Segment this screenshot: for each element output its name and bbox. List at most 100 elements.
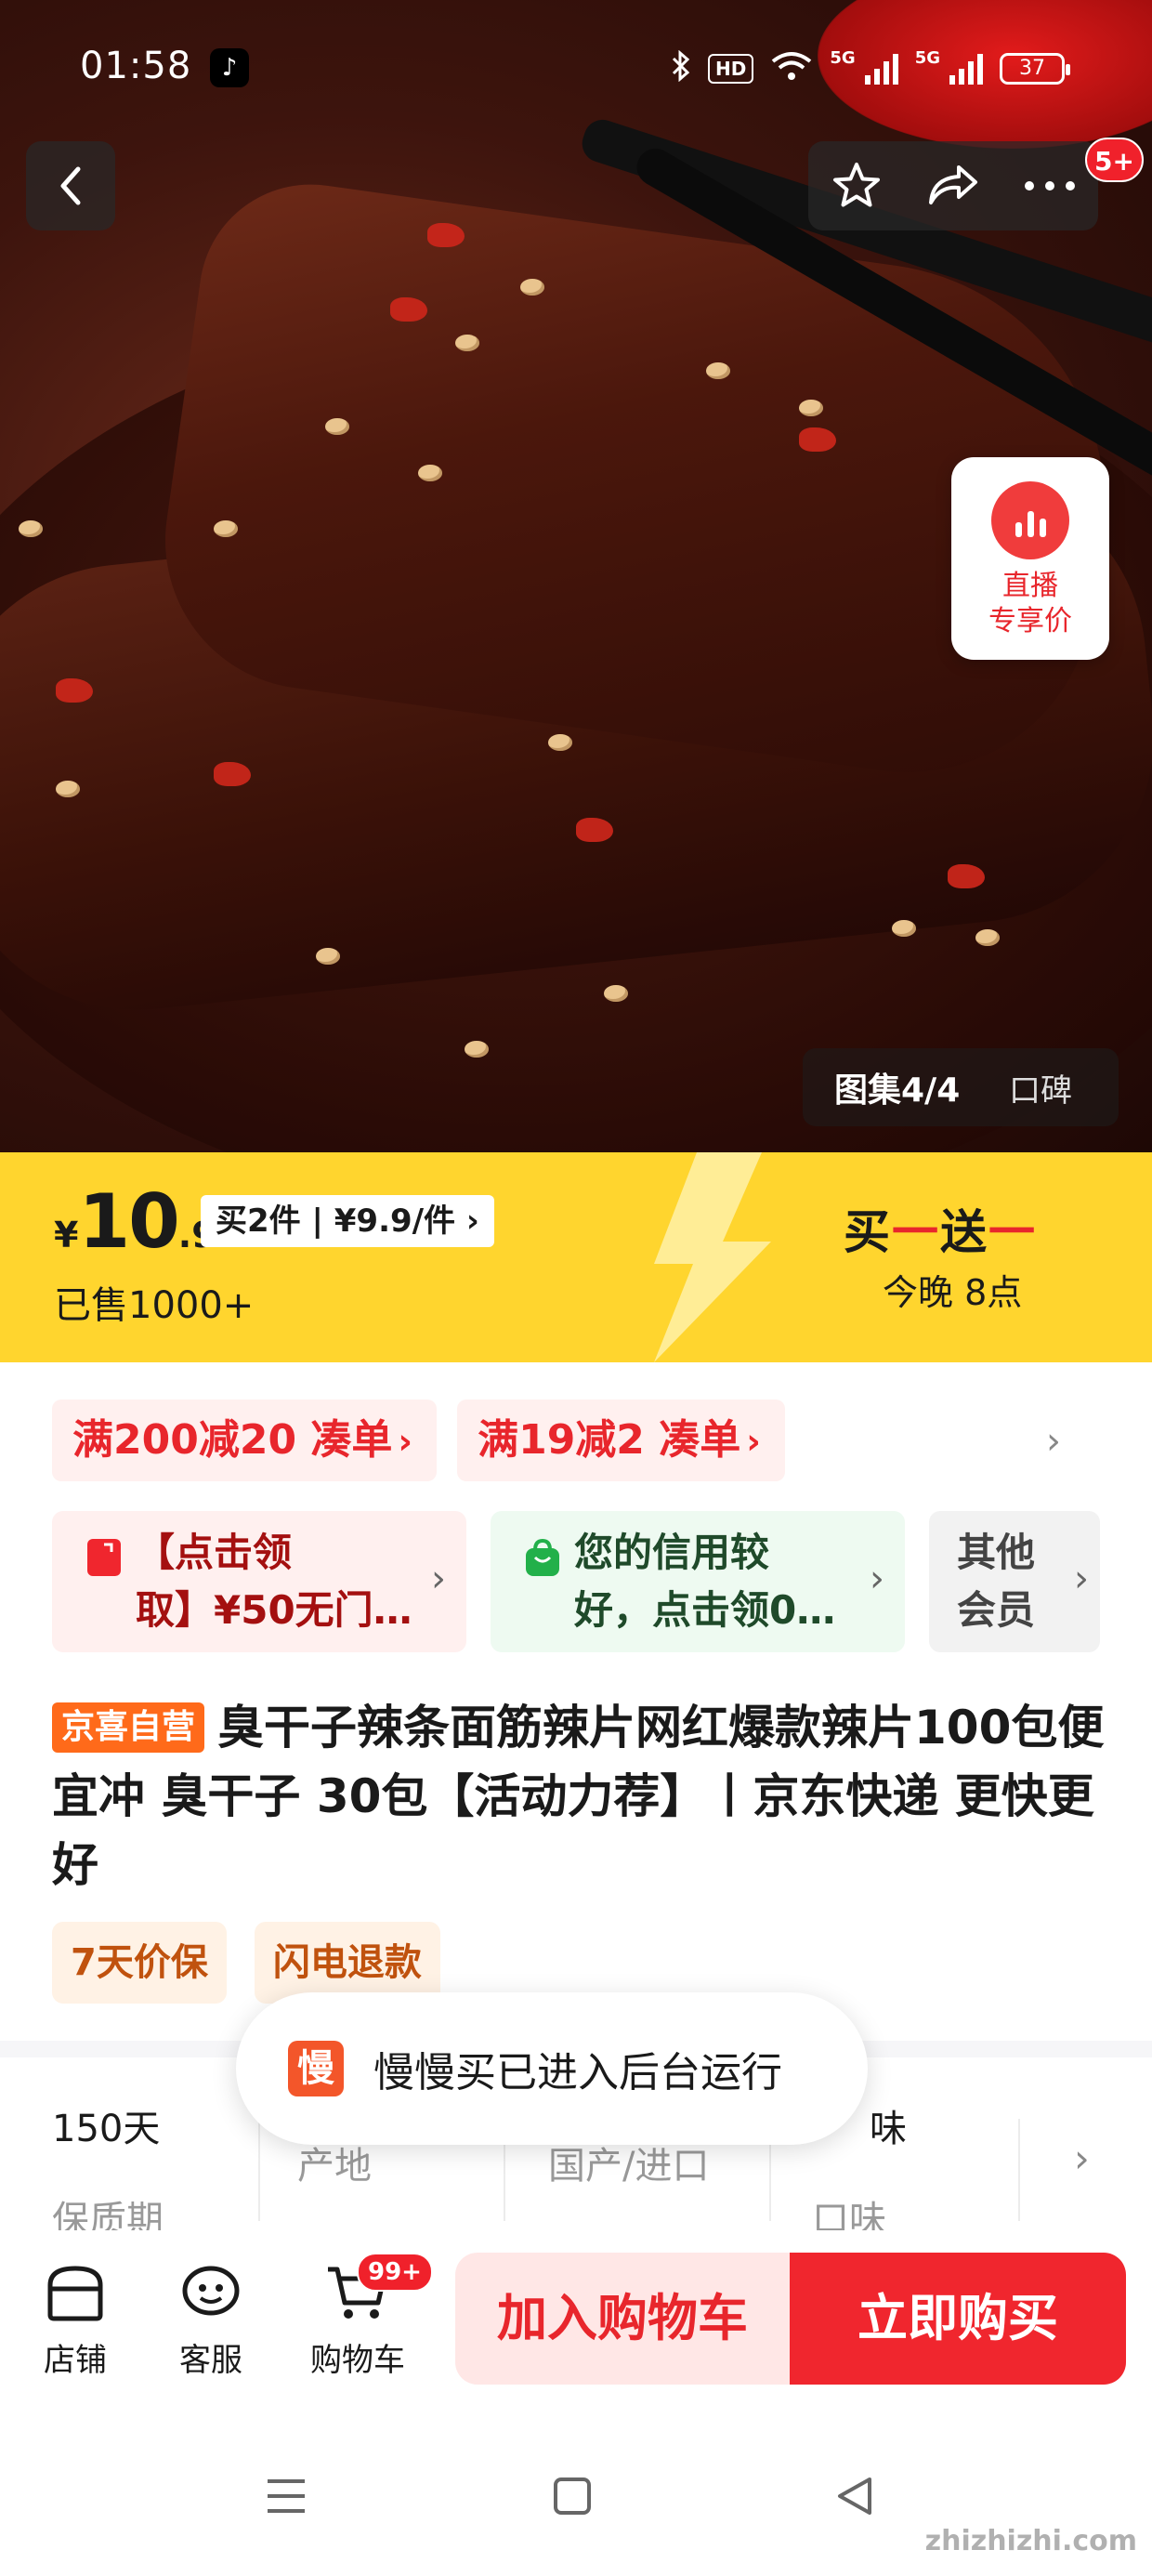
message-badge: 5+	[1085, 138, 1144, 182]
gift-text: 送	[940, 1205, 988, 1259]
multi-buy-promo[interactable]: 买2件 | ¥9.9/件 ›	[201, 1195, 494, 1247]
more-dots-icon	[1025, 181, 1075, 191]
other-membership-card[interactable]: 其他 会员 ›	[929, 1511, 1100, 1652]
sesame-seed	[455, 335, 479, 351]
chevron-right-icon: ›	[1074, 1557, 1089, 1600]
coupon-19-2[interactable]: 满19减2 凑单 ›	[457, 1400, 785, 1481]
chevron-right-icon: ›	[1074, 2136, 1090, 2181]
live-price-card[interactable]: 直播 专享价	[951, 457, 1109, 660]
back-button[interactable]	[26, 141, 115, 230]
card-label: 您的信用较	[574, 1530, 770, 1575]
network-type-label: 5G	[914, 48, 940, 68]
buy-one-get-one: 买一送一	[844, 1195, 1037, 1262]
gallery-indicator[interactable]: 图集4/4 口碑	[803, 1048, 1119, 1126]
toast-notification: 慢 慢慢买已进入后台运行	[236, 1992, 868, 2145]
chili-flake	[948, 864, 985, 888]
attribute-value: 150天	[52, 2108, 161, 2150]
live-price-label: 直播	[1002, 570, 1058, 602]
price-banner: ¥ 10 .9 买2件 | ¥9.9/件 › 已售1000+ 买一送一 今晚 8…	[0, 1152, 1152, 1362]
product-title-block: 京喜自营 臭干子辣条面筋辣片网红爆款辣片100包便宜冲 臭干子 30包【活动力荐】…	[52, 1693, 1106, 1899]
gift-dash: 一	[988, 1205, 1037, 1259]
star-icon	[833, 163, 880, 207]
coupon-row: 满200减20 凑单 › 满19减2 凑单 ›	[52, 1400, 785, 1481]
add-to-cart-button[interactable]: 加入购物车	[455, 2253, 790, 2385]
coupon-label: 满19减2 凑单	[478, 1416, 741, 1464]
gift-dash: 一	[892, 1205, 940, 1259]
attribute-shelf-life: 150天 保质期	[52, 2098, 164, 2243]
home-square-icon[interactable]	[552, 2476, 593, 2517]
system-navigation-bar: zhizhizhi.com	[0, 2416, 1152, 2576]
chili-flake	[576, 818, 613, 842]
attribute-separator	[1018, 2119, 1020, 2221]
sesame-seed	[465, 1041, 489, 1058]
shopping-bag-icon	[526, 1538, 559, 1576]
share-button[interactable]	[911, 144, 995, 228]
fast-refund-tag[interactable]: 闪电退款	[254, 1922, 440, 2004]
cart-count-badge: 99+	[357, 2253, 433, 2292]
gallery-label: 图集4/4	[834, 1071, 961, 1110]
cart-button[interactable]: 99+ 购物车	[297, 2253, 433, 2380]
coupon-200-20[interactable]: 满200减20 凑单 ›	[52, 1400, 438, 1481]
sesame-seed	[548, 734, 572, 751]
signal-icon	[864, 53, 898, 85]
battery-icon: 37	[1000, 53, 1070, 85]
chili-flake	[214, 762, 251, 786]
shop-button[interactable]: 店铺	[15, 2258, 136, 2380]
tiktok-icon: ♪	[210, 48, 249, 87]
chat-smile-icon	[182, 2266, 240, 2316]
shop-label: 店铺	[44, 2342, 107, 2379]
benefit-cards: 【点击领 取】¥50无门… › 您的信用较 好，点击领0… › 其他 会员 ›	[52, 1511, 1100, 1652]
sesame-seed	[316, 948, 340, 965]
back-triangle-icon[interactable]	[834, 2476, 875, 2517]
share-icon	[929, 165, 977, 204]
sesame-seed	[604, 985, 628, 1002]
bluetooth-icon	[671, 49, 691, 88]
card-label: 会员	[957, 1587, 1036, 1633]
card-label: 其他	[957, 1530, 1036, 1575]
chili-flake	[56, 678, 93, 703]
sesame-seed	[214, 520, 238, 537]
price-currency: ¥	[54, 1215, 79, 1255]
sesame-seed	[19, 520, 43, 537]
cart-label: 购物车	[310, 2342, 405, 2379]
product-title: 臭干子辣条面筋辣片网红爆款辣片100包便宜冲 臭干子 30包【活动力荐】丨京东快…	[52, 1701, 1105, 1892]
coupon-label: 满200减20 凑单	[72, 1416, 393, 1464]
sesame-seed	[325, 418, 349, 435]
store-tag: 京喜自营	[52, 1702, 205, 1753]
more-button[interactable]	[1008, 144, 1092, 228]
sesame-seed	[418, 465, 442, 481]
menu-icon[interactable]	[264, 2476, 308, 2517]
attribute-separator	[258, 2119, 260, 2221]
live-icon	[991, 481, 1069, 559]
gift-text: 买	[844, 1205, 892, 1259]
chevron-left-icon	[60, 166, 81, 205]
toast-message: 慢慢买已进入后台运行	[373, 2049, 782, 2096]
favorite-button[interactable]	[815, 144, 898, 228]
credit-coupon-card[interactable]: 您的信用较 好，点击领0… ›	[491, 1511, 905, 1652]
sesame-seed	[975, 929, 1000, 946]
baitiao-coupon-card[interactable]: 【点击领 取】¥50无门… ›	[52, 1511, 466, 1652]
network-type-label: 5G	[830, 48, 856, 68]
more-coupons-chevron-icon[interactable]: ›	[1046, 1420, 1061, 1463]
watermark: zhizhizhi.com	[924, 2525, 1137, 2557]
top-action-group	[808, 141, 1098, 230]
sold-count: 已售1000+	[54, 1284, 255, 1327]
hd-voice-icon: HD	[708, 54, 754, 84]
chevron-right-icon: ›	[398, 1421, 413, 1462]
chili-flake	[799, 427, 836, 452]
buy-now-button[interactable]: 立即购买	[790, 2253, 1126, 2385]
customer-service-button[interactable]: 客服	[151, 2258, 271, 2380]
card-label: 【点击领	[136, 1530, 293, 1575]
sesame-seed	[706, 362, 730, 379]
price-protection-tag[interactable]: 7天价保	[52, 1922, 227, 2004]
service-tags: 7天价保 闪电退款	[52, 1922, 440, 2004]
reviews-tab[interactable]: 口碑	[998, 1065, 1072, 1111]
card-label: 取】¥50无门…	[136, 1587, 412, 1633]
baitiao-icon	[87, 1539, 121, 1576]
wifi-icon	[770, 50, 813, 88]
price-integer: 10	[78, 1178, 179, 1265]
bottom-action-bar: 店铺 客服 99+ 购物车 加入购物车 立即购买	[0, 2230, 1152, 2398]
lightning-icon	[654, 1152, 771, 1362]
manmanmai-logo-icon: 慢	[288, 2041, 344, 2096]
sesame-seed	[892, 920, 916, 937]
